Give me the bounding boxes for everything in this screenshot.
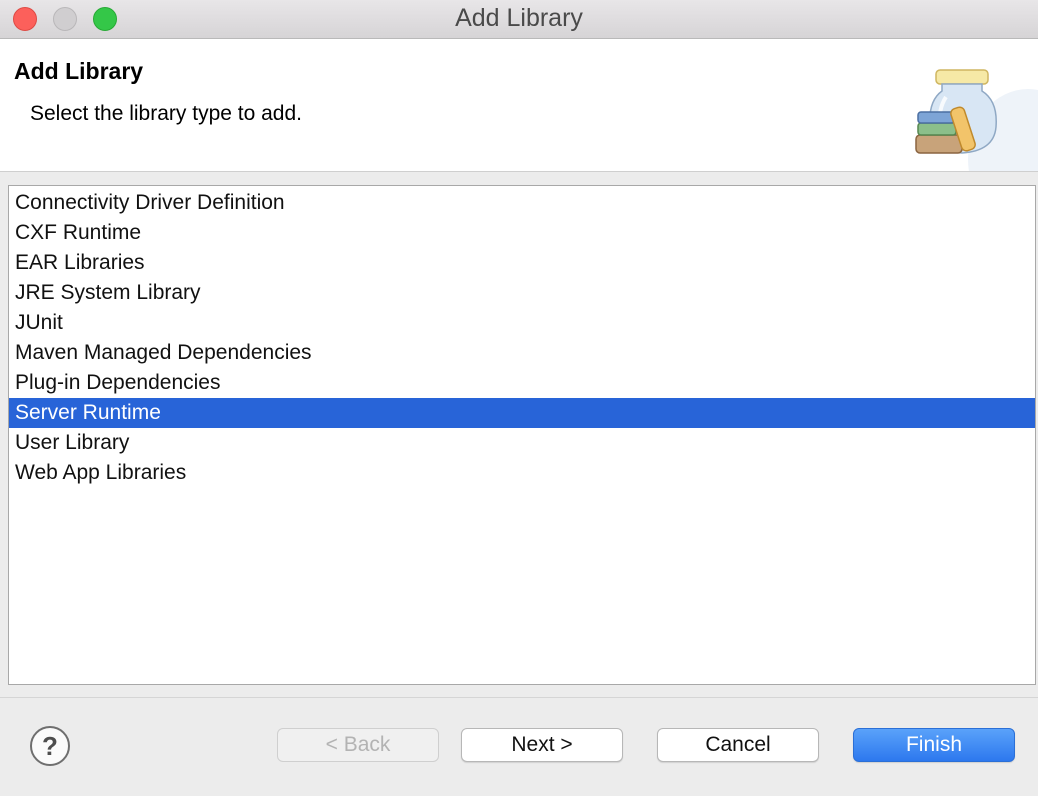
list-item-cxf-runtime[interactable]: CXF Runtime (9, 218, 1035, 248)
list-item-junit[interactable]: JUnit (9, 308, 1035, 338)
cancel-button[interactable]: Cancel (657, 728, 819, 762)
list-item-maven-managed-dependencies[interactable]: Maven Managed Dependencies (9, 338, 1035, 368)
library-jar-icon (915, 69, 1038, 171)
finish-button[interactable]: Finish (853, 728, 1015, 762)
page-title: Add Library (14, 58, 144, 84)
library-type-list[interactable]: Connectivity Driver Definition CXF Runti… (8, 185, 1036, 685)
list-item-connectivity-driver-definition[interactable]: Connectivity Driver Definition (9, 188, 1035, 218)
list-item-jre-system-library[interactable]: JRE System Library (9, 278, 1035, 308)
page-description: Select the library type to add. (30, 102, 302, 125)
next-button[interactable]: Next > (461, 728, 623, 762)
list-item-plug-in-dependencies[interactable]: Plug-in Dependencies (9, 368, 1035, 398)
title-bar: Add Library (0, 0, 1038, 39)
list-item-web-app-libraries[interactable]: Web App Libraries (9, 458, 1035, 488)
footer-divider (0, 697, 1038, 698)
back-button[interactable]: < Back (277, 728, 439, 762)
wizard-header: Add Library Select the library type to a… (0, 39, 1038, 172)
window-title: Add Library (455, 4, 583, 32)
list-item-ear-libraries[interactable]: EAR Libraries (9, 248, 1035, 278)
list-item-server-runtime[interactable]: Server Runtime (9, 398, 1035, 428)
help-icon[interactable]: ? (30, 726, 70, 766)
list-item-user-library[interactable]: User Library (9, 428, 1035, 458)
